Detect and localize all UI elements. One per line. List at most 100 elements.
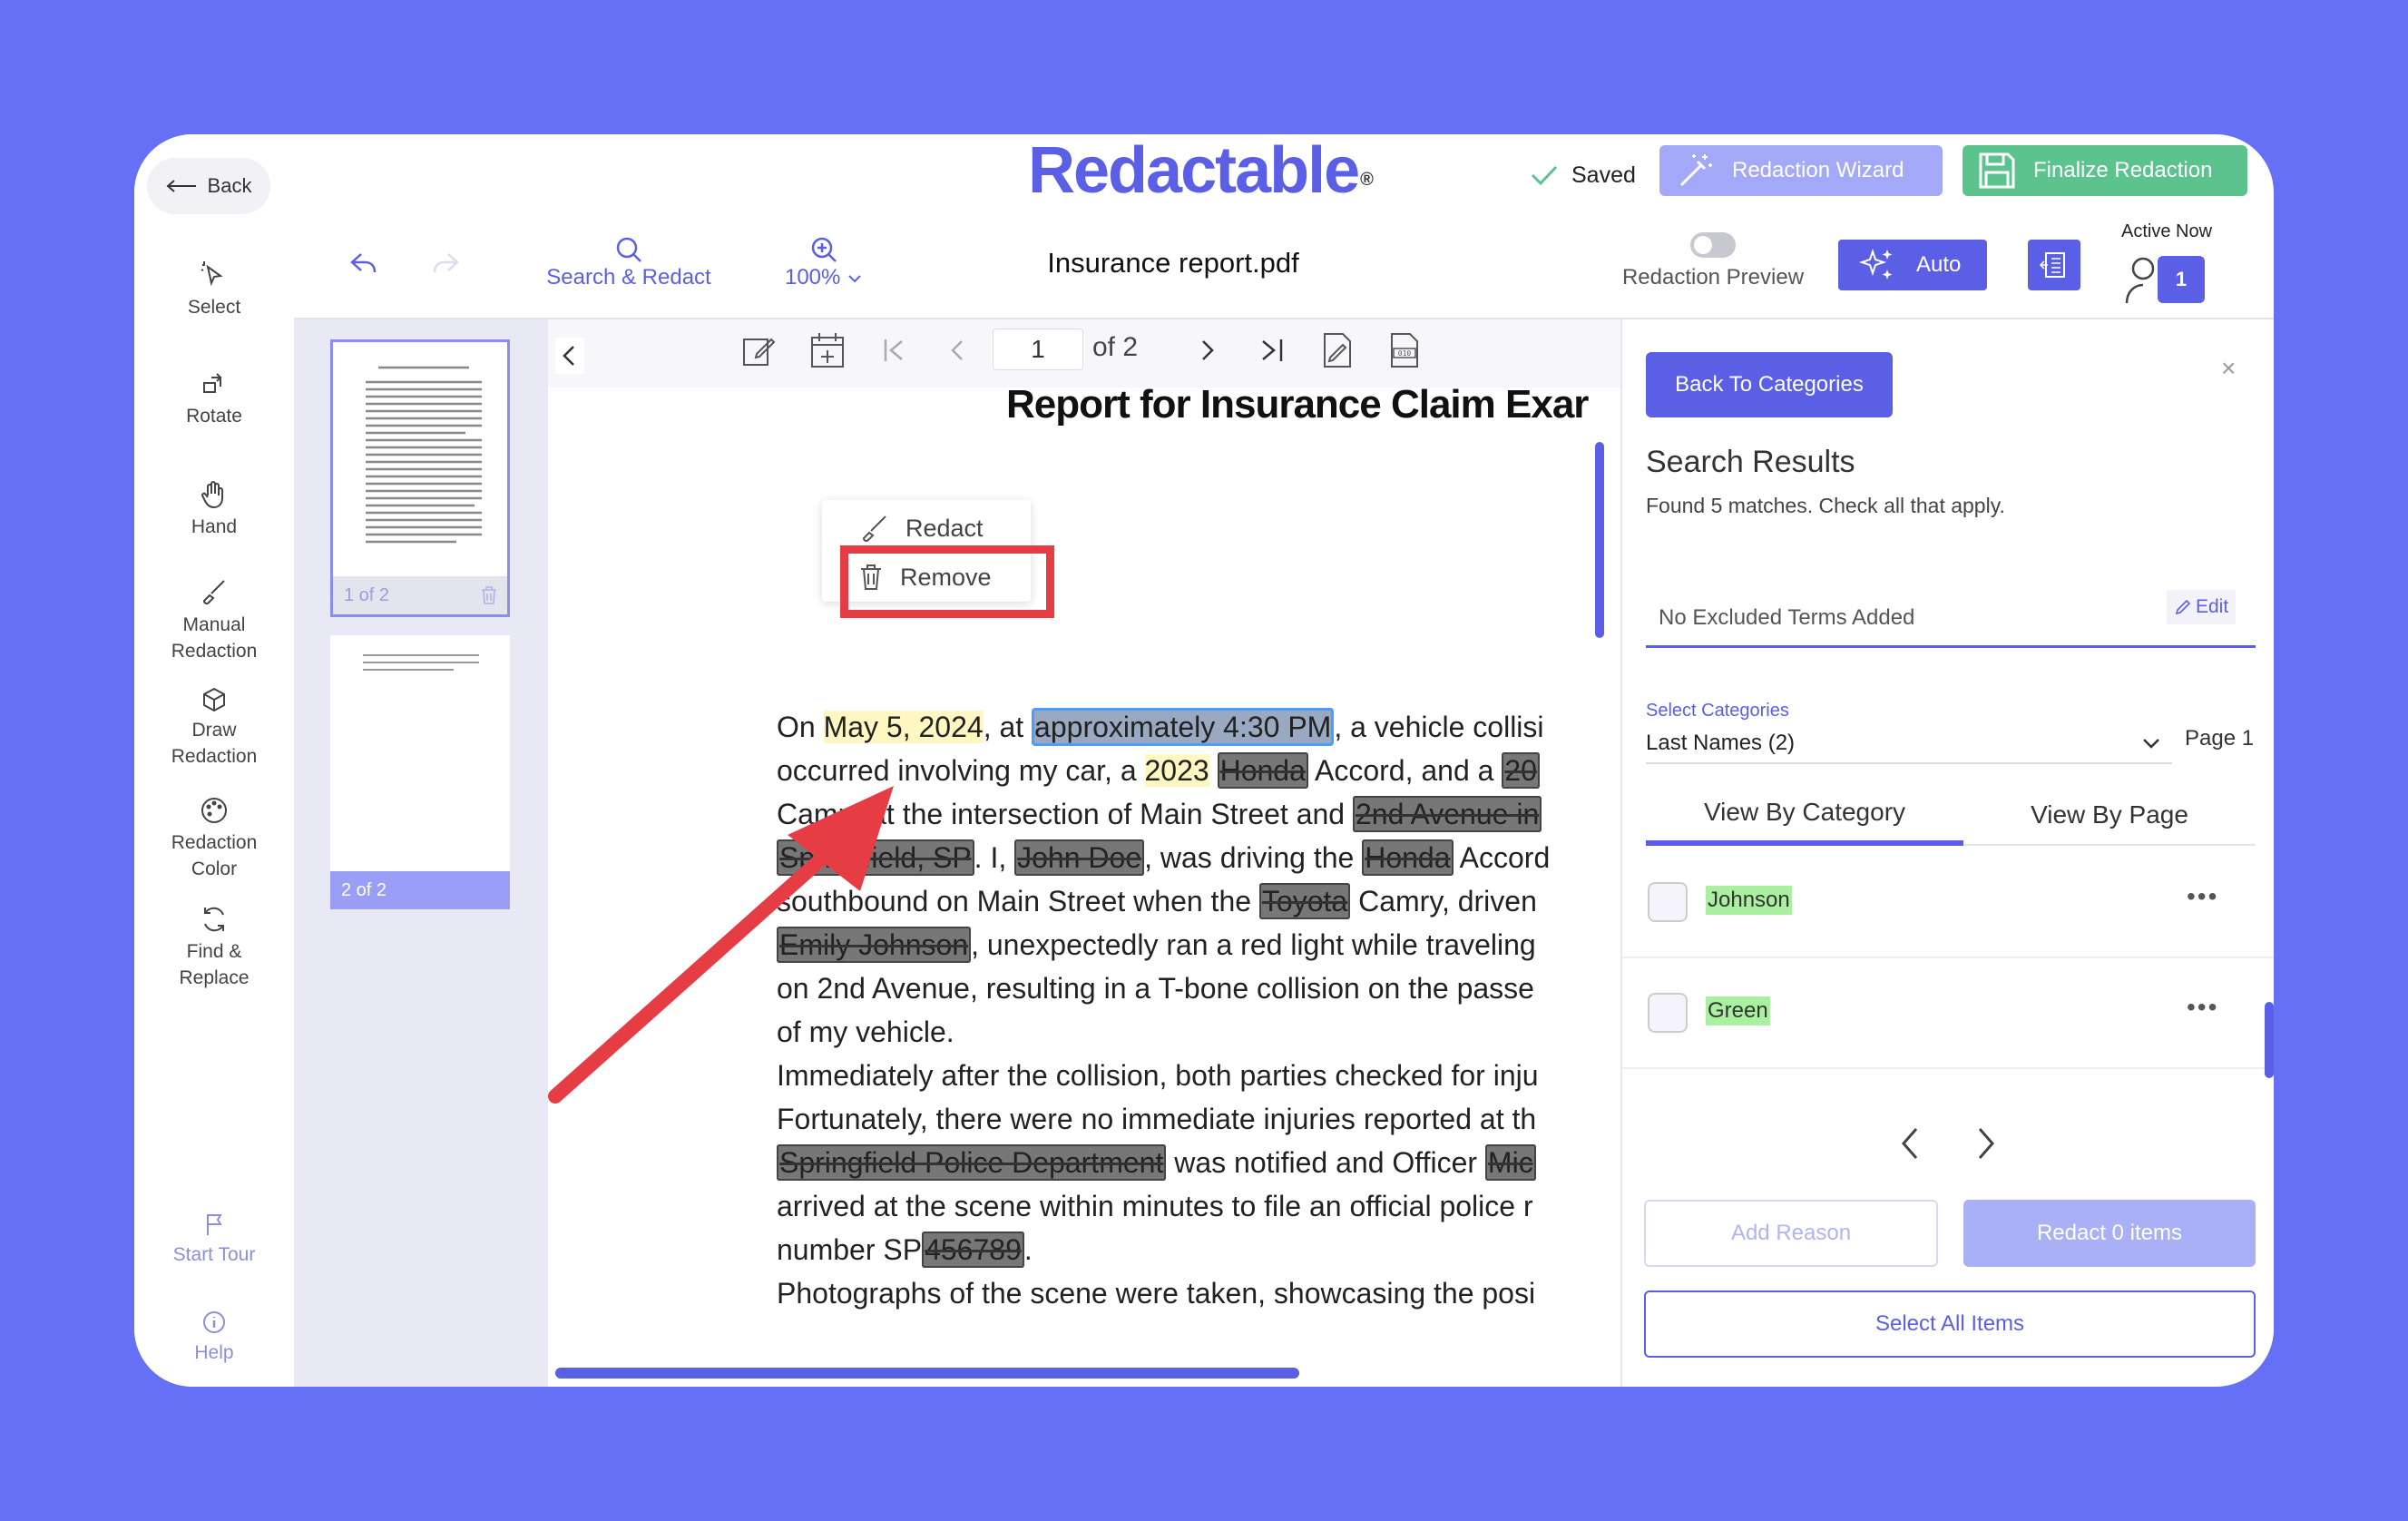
first-page-icon[interactable] bbox=[880, 336, 909, 365]
undo-icon[interactable] bbox=[348, 250, 379, 278]
redacted-term[interactable]: 456789 bbox=[922, 1232, 1024, 1268]
toggle-switch[interactable] bbox=[1690, 232, 1736, 258]
result-row[interactable]: Johnson ••• bbox=[1622, 848, 2274, 958]
text-line: of my vehicle. bbox=[777, 1016, 954, 1048]
select-all-button[interactable]: Select All Items bbox=[1644, 1290, 2256, 1358]
more-options-icon[interactable]: ••• bbox=[2187, 993, 2218, 1022]
excluded-terms-field[interactable]: No Excluded Terms Added bbox=[1646, 590, 2256, 648]
calendar-add-icon[interactable] bbox=[809, 330, 846, 370]
tool-draw-redaction[interactable]: Draw Redaction bbox=[134, 686, 294, 770]
vertical-scrollbar[interactable] bbox=[1595, 442, 1604, 638]
text-line: Immediately after the collision, both pa… bbox=[777, 1059, 1539, 1092]
next-page-icon[interactable] bbox=[1192, 336, 1221, 365]
redacted-term[interactable]: Honda bbox=[1217, 752, 1308, 789]
last-page-icon[interactable] bbox=[1256, 336, 1287, 365]
pencil-icon bbox=[2175, 599, 2191, 615]
check-icon bbox=[1531, 165, 1558, 186]
context-redact-item[interactable]: Redact bbox=[822, 505, 1031, 551]
next-results-icon[interactable] bbox=[1972, 1124, 2000, 1163]
save-disk-icon bbox=[1979, 152, 2015, 189]
prev-results-icon[interactable] bbox=[1896, 1124, 1923, 1163]
search-redact-button[interactable]: Search & Redact bbox=[533, 234, 724, 290]
redacted-term[interactable]: Mic bbox=[1484, 1144, 1536, 1181]
redaction-preview-toggle[interactable]: Redaction Preview bbox=[1604, 232, 1822, 290]
tool-manual-redaction[interactable]: Manual Redaction bbox=[134, 577, 294, 664]
brush-icon bbox=[862, 515, 886, 543]
horizontal-scrollbar[interactable] bbox=[555, 1368, 1299, 1379]
brush-icon bbox=[202, 580, 225, 605]
tool-redaction-color[interactable]: Redaction Color bbox=[134, 795, 294, 882]
thumbnail-page-2[interactable]: 2 of 2 bbox=[330, 635, 510, 909]
tab-view-by-category[interactable]: View By Category bbox=[1646, 784, 1963, 846]
tool-help[interactable]: Help bbox=[134, 1309, 294, 1366]
text-line: On May 5, 2024, at approximately 4:30 PM… bbox=[777, 705, 1606, 749]
back-to-categories-button[interactable]: Back To Categories bbox=[1646, 352, 1893, 417]
add-reason-button[interactable]: Add Reason bbox=[1644, 1200, 1938, 1267]
document-viewer: 1 of 2 010 Report for Insurance Claim Ex… bbox=[548, 319, 1620, 1387]
redacted-term[interactable]: Emily Johnson bbox=[777, 927, 972, 963]
user-icon bbox=[2125, 257, 2155, 304]
app-logo: Redactable ® bbox=[1028, 134, 1374, 207]
tool-start-tour[interactable]: Start Tour bbox=[134, 1211, 294, 1268]
back-label: Back bbox=[207, 174, 252, 197]
trash-icon[interactable] bbox=[480, 585, 498, 605]
zoom-in-icon bbox=[811, 237, 837, 262]
zoom-control[interactable]: 100% bbox=[760, 234, 887, 290]
edit-excluded-button[interactable]: Edit bbox=[2167, 590, 2237, 624]
redacted-term[interactable]: Honda bbox=[1362, 839, 1454, 876]
tool-hand[interactable]: Hand bbox=[134, 479, 294, 540]
auto-button[interactable]: Auto bbox=[1838, 240, 1987, 290]
finalize-redaction-button[interactable]: Finalize Redaction bbox=[1963, 145, 2247, 196]
panel-subtitle: Found 5 matches. Check all that apply. bbox=[1646, 494, 2005, 517]
redo-icon[interactable] bbox=[430, 250, 461, 278]
binary-file-icon[interactable]: 010 bbox=[1385, 330, 1424, 370]
tool-select[interactable]: Select bbox=[134, 260, 294, 320]
edit-icon[interactable] bbox=[740, 332, 777, 368]
tool-find-replace[interactable]: Find & Replace bbox=[134, 904, 294, 991]
redacted-term[interactable]: Springfield, SP bbox=[777, 839, 974, 876]
close-icon[interactable]: × bbox=[2221, 354, 2236, 383]
text-line: Springfield Police Department was notifi… bbox=[777, 1141, 1606, 1184]
highlight-year[interactable]: 2023 bbox=[1144, 754, 1209, 787]
redacted-term[interactable]: Toyota bbox=[1258, 883, 1351, 919]
arrow-left-icon bbox=[165, 180, 196, 192]
document-page: Report for Insurance Claim Exar On May 5… bbox=[548, 388, 1606, 1387]
result-checkbox[interactable] bbox=[1648, 882, 1688, 922]
prev-page-icon[interactable] bbox=[944, 336, 973, 365]
category-caption: Select Categories bbox=[1646, 701, 1789, 721]
active-users-count[interactable]: 1 bbox=[2158, 256, 2205, 303]
back-button[interactable]: Back bbox=[147, 158, 270, 214]
info-icon bbox=[203, 1311, 225, 1333]
redacted-term[interactable]: 2nd Avenue in bbox=[1352, 796, 1542, 832]
tool-rotate[interactable]: Rotate bbox=[134, 372, 294, 429]
document-title: Insurance report.pdf bbox=[1047, 247, 1299, 279]
more-options-icon[interactable]: ••• bbox=[2187, 882, 2218, 911]
chevron-left-icon[interactable] bbox=[555, 338, 584, 374]
tab-view-by-page[interactable]: View By Page bbox=[1963, 784, 2256, 846]
text-line: occurred involving my car, a 2023 Honda … bbox=[777, 749, 1606, 792]
document-edit-icon[interactable] bbox=[1317, 330, 1357, 370]
app-window: Back Select Rotate Hand Manual Redaction… bbox=[134, 134, 2274, 1387]
rotate-icon bbox=[203, 373, 222, 393]
text-line: on 2nd Avenue, resulting in a T-bone col… bbox=[777, 972, 1534, 1005]
redacted-term[interactable]: John Doe bbox=[1014, 839, 1145, 876]
selected-redaction[interactable]: approximately 4:30 PM bbox=[1032, 708, 1335, 746]
search-icon bbox=[616, 237, 641, 262]
redacted-term[interactable]: Springfield Police Department bbox=[777, 1144, 1167, 1181]
result-row[interactable]: Green ••• bbox=[1622, 958, 2274, 1069]
page-count: of 2 bbox=[1092, 332, 1139, 362]
redacted-term[interactable]: 20 bbox=[1502, 752, 1540, 789]
result-checkbox[interactable] bbox=[1648, 993, 1688, 1033]
page-preview-lines bbox=[366, 366, 482, 544]
thumbnail-page-1[interactable]: 1 of 2 bbox=[330, 339, 510, 617]
sidebar-toggle-button[interactable] bbox=[2028, 240, 2080, 290]
chevron-down-icon bbox=[2143, 739, 2159, 749]
redact-items-button[interactable]: Redact 0 items bbox=[1963, 1200, 2256, 1267]
thumbnail-panel: 1 of 2 2 of 2 bbox=[294, 319, 548, 1387]
category-select[interactable]: Last Names (2) bbox=[1646, 724, 2172, 764]
panel-scrollbar[interactable] bbox=[2265, 1002, 2274, 1078]
redaction-wizard-button[interactable]: Redaction Wizard bbox=[1659, 145, 1943, 196]
page-number-input[interactable]: 1 bbox=[993, 329, 1083, 370]
highlight-date[interactable]: May 5, 2024 bbox=[823, 711, 984, 743]
text-line: Fortunately, there were no immediate inj… bbox=[777, 1103, 1537, 1135]
